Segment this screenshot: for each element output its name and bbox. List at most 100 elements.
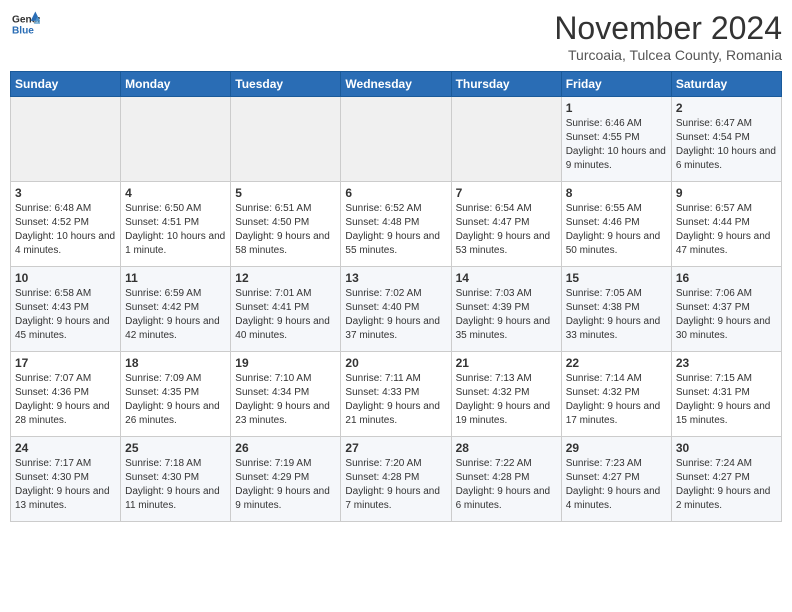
day-number: 21 [456, 356, 557, 370]
day-info: Sunrise: 7:15 AM Sunset: 4:31 PM Dayligh… [676, 372, 777, 428]
day-number: 29 [566, 441, 667, 455]
weekday-header-saturday: Saturday [671, 72, 781, 97]
calendar-cell: 9 Sunrise: 6:57 AM Sunset: 4:44 PM Daylig… [671, 182, 781, 267]
day-number: 7 [456, 186, 557, 200]
day-info: Sunrise: 7:18 AM Sunset: 4:30 PM Dayligh… [125, 457, 226, 513]
day-info: Sunrise: 6:51 AM Sunset: 4:50 PM Dayligh… [235, 202, 336, 258]
calendar-cell [11, 97, 121, 182]
day-number: 22 [566, 356, 667, 370]
day-info: Sunrise: 6:52 AM Sunset: 4:48 PM Dayligh… [345, 202, 446, 258]
day-number: 8 [566, 186, 667, 200]
day-info: Sunrise: 7:07 AM Sunset: 4:36 PM Dayligh… [15, 372, 116, 428]
calendar-cell: 24 Sunrise: 7:17 AM Sunset: 4:30 PM Dayli… [11, 437, 121, 522]
calendar-cell: 10 Sunrise: 6:58 AM Sunset: 4:43 PM Dayli… [11, 267, 121, 352]
weekday-header-wednesday: Wednesday [341, 72, 451, 97]
weekday-header-friday: Friday [561, 72, 671, 97]
calendar-cell [121, 97, 231, 182]
day-number: 24 [15, 441, 116, 455]
day-number: 1 [566, 101, 667, 115]
calendar-cell [341, 97, 451, 182]
day-info: Sunrise: 6:59 AM Sunset: 4:42 PM Dayligh… [125, 287, 226, 343]
calendar-cell: 4 Sunrise: 6:50 AM Sunset: 4:51 PM Daylig… [121, 182, 231, 267]
calendar-cell: 22 Sunrise: 7:14 AM Sunset: 4:32 PM Dayli… [561, 352, 671, 437]
calendar-cell: 17Sunrise: 7:07 AM Sunset: 4:36 PM Dayli… [11, 352, 121, 437]
day-number: 28 [456, 441, 557, 455]
location-subtitle: Turcoaia, Tulcea County, Romania [554, 47, 782, 63]
day-info: Sunrise: 6:50 AM Sunset: 4:51 PM Dayligh… [125, 202, 226, 258]
day-info: Sunrise: 7:20 AM Sunset: 4:28 PM Dayligh… [345, 457, 446, 513]
day-info: Sunrise: 7:02 AM Sunset: 4:40 PM Dayligh… [345, 287, 446, 343]
month-title: November 2024 [554, 10, 782, 47]
calendar-cell: 13Sunrise: 7:02 AM Sunset: 4:40 PM Dayli… [341, 267, 451, 352]
calendar-cell: 11 Sunrise: 6:59 AM Sunset: 4:42 PM Dayli… [121, 267, 231, 352]
calendar-cell: 21 Sunrise: 7:13 AM Sunset: 4:32 PM Dayli… [451, 352, 561, 437]
day-number: 30 [676, 441, 777, 455]
calendar-week-2: 3Sunrise: 6:48 AM Sunset: 4:52 PM Daylig… [11, 182, 782, 267]
calendar-cell: 6Sunrise: 6:52 AM Sunset: 4:48 PM Daylig… [341, 182, 451, 267]
calendar-cell: 18Sunrise: 7:09 AM Sunset: 4:35 PM Dayli… [121, 352, 231, 437]
day-info: Sunrise: 7:24 AM Sunset: 4:27 PM Dayligh… [676, 457, 777, 513]
calendar-cell: 14Sunrise: 7:03 AM Sunset: 4:39 PM Dayli… [451, 267, 561, 352]
day-number: 12 [235, 271, 336, 285]
calendar-cell: 30 Sunrise: 7:24 AM Sunset: 4:27 PM Dayli… [671, 437, 781, 522]
day-number: 26 [235, 441, 336, 455]
calendar-cell: 28Sunrise: 7:22 AM Sunset: 4:28 PM Dayli… [451, 437, 561, 522]
calendar-cell: 29 Sunrise: 7:23 AM Sunset: 4:27 PM Dayli… [561, 437, 671, 522]
weekday-header-monday: Monday [121, 72, 231, 97]
calendar-cell: 15Sunrise: 7:05 AM Sunset: 4:38 PM Dayli… [561, 267, 671, 352]
calendar-cell: 8 Sunrise: 6:55 AM Sunset: 4:46 PM Daylig… [561, 182, 671, 267]
day-info: Sunrise: 7:01 AM Sunset: 4:41 PM Dayligh… [235, 287, 336, 343]
calendar-week-5: 24 Sunrise: 7:17 AM Sunset: 4:30 PM Dayli… [11, 437, 782, 522]
day-number: 11 [125, 271, 226, 285]
day-info: Sunrise: 7:23 AM Sunset: 4:27 PM Dayligh… [566, 457, 667, 513]
day-info: Sunrise: 7:14 AM Sunset: 4:32 PM Dayligh… [566, 372, 667, 428]
calendar-table: SundayMondayTuesdayWednesdayThursdayFrid… [10, 71, 782, 522]
day-number: 9 [676, 186, 777, 200]
day-info: Sunrise: 6:58 AM Sunset: 4:43 PM Dayligh… [15, 287, 116, 343]
calendar-cell: 23Sunrise: 7:15 AM Sunset: 4:31 PM Dayli… [671, 352, 781, 437]
svg-text:Blue: Blue [12, 25, 34, 36]
weekday-header-thursday: Thursday [451, 72, 561, 97]
day-info: Sunrise: 7:10 AM Sunset: 4:34 PM Dayligh… [235, 372, 336, 428]
calendar-week-3: 10 Sunrise: 6:58 AM Sunset: 4:43 PM Dayli… [11, 267, 782, 352]
calendar-cell: 5 Sunrise: 6:51 AM Sunset: 4:50 PM Daylig… [231, 182, 341, 267]
day-info: Sunrise: 7:03 AM Sunset: 4:39 PM Dayligh… [456, 287, 557, 343]
day-number: 19 [235, 356, 336, 370]
calendar-cell: 26 Sunrise: 7:19 AM Sunset: 4:29 PM Dayli… [231, 437, 341, 522]
day-info: Sunrise: 6:57 AM Sunset: 4:44 PM Dayligh… [676, 202, 777, 258]
day-number: 20 [345, 356, 446, 370]
calendar-body: 1 Sunrise: 6:46 AM Sunset: 4:55 PM Daylig… [11, 97, 782, 522]
calendar-cell: 25Sunrise: 7:18 AM Sunset: 4:30 PM Dayli… [121, 437, 231, 522]
calendar-cell: 19 Sunrise: 7:10 AM Sunset: 4:34 PM Dayli… [231, 352, 341, 437]
calendar-cell: 27 Sunrise: 7:20 AM Sunset: 4:28 PM Dayli… [341, 437, 451, 522]
day-info: Sunrise: 7:06 AM Sunset: 4:37 PM Dayligh… [676, 287, 777, 343]
day-info: Sunrise: 6:55 AM Sunset: 4:46 PM Dayligh… [566, 202, 667, 258]
weekday-header-tuesday: Tuesday [231, 72, 341, 97]
weekday-header-row: SundayMondayTuesdayWednesdayThursdayFrid… [11, 72, 782, 97]
day-info: Sunrise: 7:17 AM Sunset: 4:30 PM Dayligh… [15, 457, 116, 513]
day-number: 27 [345, 441, 446, 455]
calendar-week-1: 1 Sunrise: 6:46 AM Sunset: 4:55 PM Daylig… [11, 97, 782, 182]
title-block: November 2024 Turcoaia, Tulcea County, R… [554, 10, 782, 63]
day-info: Sunrise: 6:54 AM Sunset: 4:47 PM Dayligh… [456, 202, 557, 258]
day-info: Sunrise: 7:19 AM Sunset: 4:29 PM Dayligh… [235, 457, 336, 513]
calendar-cell: 1 Sunrise: 6:46 AM Sunset: 4:55 PM Daylig… [561, 97, 671, 182]
calendar-cell [451, 97, 561, 182]
calendar-cell: 16 Sunrise: 7:06 AM Sunset: 4:37 PM Dayli… [671, 267, 781, 352]
day-info: Sunrise: 7:11 AM Sunset: 4:33 PM Dayligh… [345, 372, 446, 428]
day-info: Sunrise: 6:47 AM Sunset: 4:54 PM Dayligh… [676, 117, 777, 173]
day-number: 4 [125, 186, 226, 200]
day-number: 16 [676, 271, 777, 285]
logo: General Blue [10, 10, 40, 43]
day-info: Sunrise: 7:13 AM Sunset: 4:32 PM Dayligh… [456, 372, 557, 428]
day-number: 3 [15, 186, 116, 200]
day-number: 5 [235, 186, 336, 200]
calendar-cell: 2 Sunrise: 6:47 AM Sunset: 4:54 PM Daylig… [671, 97, 781, 182]
day-info: Sunrise: 6:46 AM Sunset: 4:55 PM Dayligh… [566, 117, 667, 173]
weekday-header-sunday: Sunday [11, 72, 121, 97]
day-number: 2 [676, 101, 777, 115]
day-number: 10 [15, 271, 116, 285]
day-number: 18 [125, 356, 226, 370]
calendar-cell: 3Sunrise: 6:48 AM Sunset: 4:52 PM Daylig… [11, 182, 121, 267]
page-header: General Blue November 2024 Turcoaia, Tul… [10, 10, 782, 63]
